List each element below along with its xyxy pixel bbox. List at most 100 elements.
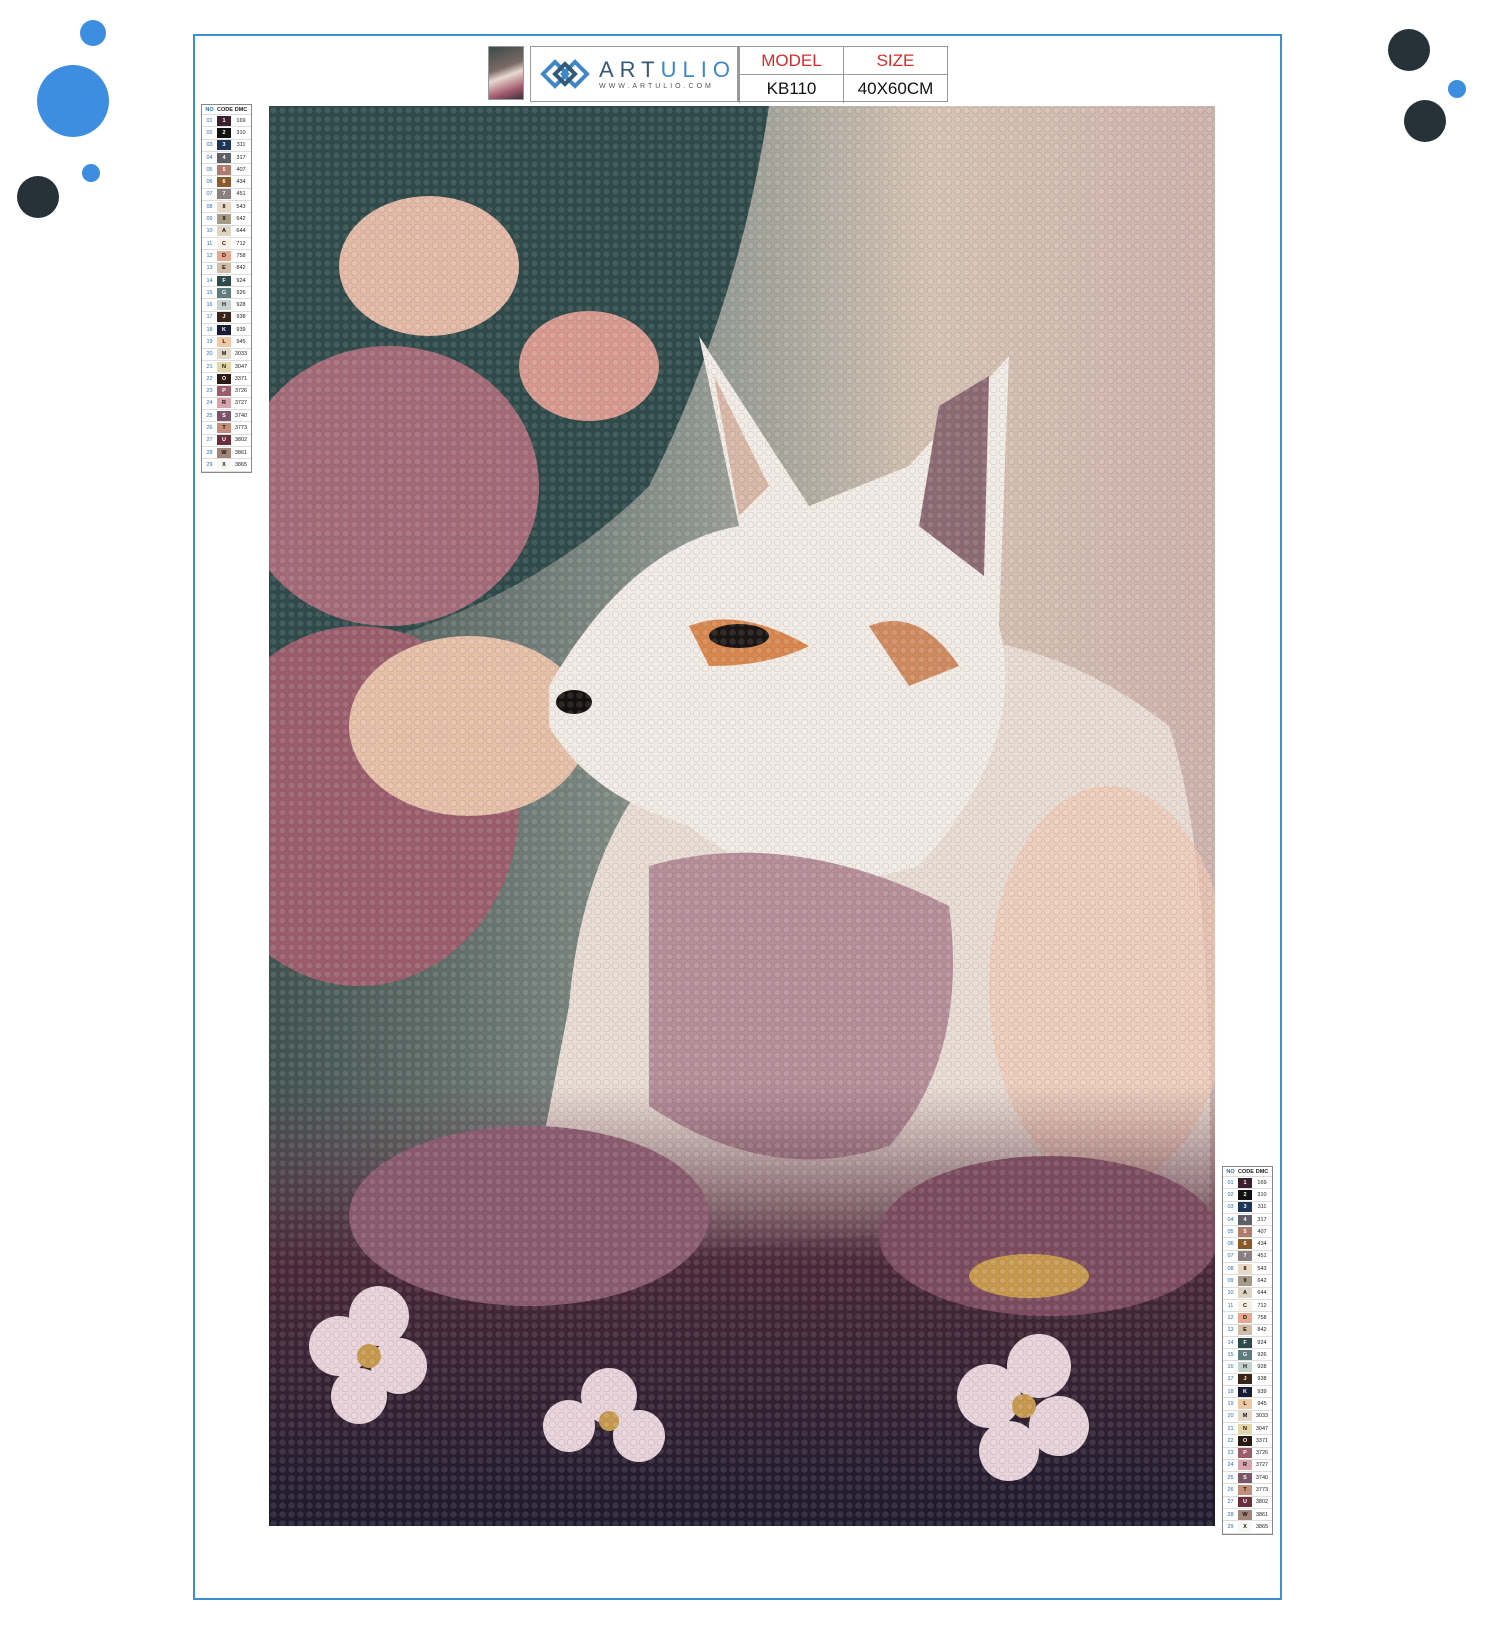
legend-row: 21 N 3047 <box>202 361 251 374</box>
legend-dmc: 3861 <box>234 449 248 456</box>
legend-dmc: 317 <box>1257 1216 1267 1223</box>
legend-row: 26 T 3773 <box>202 422 251 435</box>
legend-number: 08 <box>1227 1265 1234 1272</box>
legend-number: 10 <box>1227 1290 1234 1297</box>
legend-code-swatch: 6 <box>1238 1239 1252 1250</box>
legend-number: 27 <box>1227 1499 1234 1506</box>
legend-code-swatch: F <box>1238 1337 1252 1348</box>
legend-code-swatch: O <box>1238 1435 1252 1446</box>
legend-number: 25 <box>1227 1474 1234 1481</box>
legend-code-swatch: F <box>217 275 231 286</box>
legend-code-swatch: 9 <box>217 214 231 225</box>
legend-code-swatch: L <box>217 336 231 347</box>
legend-number: 15 <box>206 289 213 296</box>
legend-number: 04 <box>1227 1216 1234 1223</box>
legend-dmc: 3047 <box>1255 1425 1269 1432</box>
legend-dmc: 939 <box>236 326 246 333</box>
legend-code-swatch: L <box>1238 1398 1252 1409</box>
legend-number: 13 <box>1227 1327 1234 1334</box>
legend-number: 23 <box>206 388 213 395</box>
legend-row: 04 4 317 <box>202 152 251 165</box>
legend-number: 07 <box>206 191 213 198</box>
legend-dmc: 310 <box>1257 1191 1267 1198</box>
legend-code-swatch: X <box>217 459 231 470</box>
legend-code-swatch: W <box>217 447 231 458</box>
legend-row: 06 6 434 <box>202 176 251 189</box>
size-value: 40X60CM <box>843 75 947 103</box>
legend-number: 18 <box>206 326 213 333</box>
legend-code-swatch: 9 <box>1238 1276 1252 1287</box>
legend-number: 07 <box>1227 1253 1234 1260</box>
legend-dmc: 924 <box>236 277 246 284</box>
legend-row: 23 P 3726 <box>202 386 251 398</box>
legend-code-swatch: S <box>217 410 231 421</box>
legend-row: 17 J 938 <box>202 312 251 325</box>
legend-code-swatch: C <box>217 238 231 249</box>
legend-dmc: 434 <box>1257 1241 1267 1248</box>
legend-row: 20 M 3033 <box>1223 1411 1272 1423</box>
legend-dmc: 712 <box>1257 1302 1267 1309</box>
legend-number: 04 <box>206 154 213 161</box>
color-legend-right: NO CODE DMC 01 1 169 02 2 310 03 3 311 04 4 317 05 5 407 0… <box>1222 1166 1273 1535</box>
decor-dot <box>37 65 109 137</box>
legend-dmc: 926 <box>1257 1351 1267 1358</box>
legend-code-swatch: 2 <box>1238 1189 1252 1200</box>
legend-dmc: 3727 <box>234 400 248 407</box>
legend-code-swatch: J <box>217 312 231 323</box>
legend-code-swatch: M <box>217 349 231 360</box>
legend-row: 08 8 543 <box>202 201 251 214</box>
legend-row: 27 U 3802 <box>1223 1497 1272 1510</box>
legend-row: 02 2 310 <box>1223 1189 1272 1202</box>
legend-dmc: 3740 <box>234 412 248 419</box>
brand-logo: ARTULIO WWW.ARTULIO.COM <box>530 46 738 102</box>
legend-dmc: 712 <box>236 240 246 247</box>
legend-number: 21 <box>1227 1425 1234 1432</box>
legend-row: 25 S 3740 <box>1223 1472 1272 1485</box>
legend-code-swatch: K <box>217 324 231 335</box>
legend-code-swatch: 5 <box>1238 1226 1252 1237</box>
legend-row: 25 S 3740 <box>202 410 251 423</box>
legend-header: NO CODE DMC <box>1223 1167 1272 1177</box>
legend-number: 03 <box>1227 1204 1234 1211</box>
legend-code-swatch: M <box>1238 1411 1252 1422</box>
legend-dmc: 3802 <box>234 437 248 444</box>
legend-row: 15 G 926 <box>202 287 251 300</box>
legend-dmc: 938 <box>1257 1376 1267 1383</box>
legend-dmc: 644 <box>236 228 246 235</box>
legend-row: 14 F 924 <box>1223 1337 1272 1350</box>
legend-row: 13 E 842 <box>202 263 251 275</box>
legend-number: 18 <box>1227 1388 1234 1395</box>
legend-code-swatch: D <box>217 250 231 261</box>
legend-code-swatch: H <box>217 300 231 311</box>
legend-row: 09 9 642 <box>1223 1275 1272 1288</box>
preview-thumbnail <box>488 46 524 100</box>
legend-dmc: 642 <box>236 216 246 223</box>
legend-code-swatch: 8 <box>217 201 231 212</box>
spec-table: MODEL SIZE KB110 40X60CM <box>738 46 948 103</box>
legend-code-swatch: J <box>1238 1374 1252 1385</box>
legend-number: 10 <box>206 228 213 235</box>
legend-dmc: 3371 <box>234 375 248 382</box>
legend-dmc: 407 <box>236 166 246 173</box>
legend-number: 08 <box>206 203 213 210</box>
legend-code-swatch: T <box>217 423 231 434</box>
legend-number: 16 <box>1227 1364 1234 1371</box>
legend-row: 19 L 945 <box>1223 1398 1272 1411</box>
legend-row: 28 W 3861 <box>1223 1509 1272 1522</box>
legend-dmc: 939 <box>1257 1388 1267 1395</box>
legend-row: 26 T 3773 <box>1223 1484 1272 1497</box>
legend-code-swatch: O <box>217 373 231 384</box>
legend-code-swatch: X <box>1238 1521 1252 1532</box>
legend-code-swatch: T <box>1238 1485 1252 1496</box>
legend-code-swatch: 8 <box>1238 1263 1252 1274</box>
legend-row: 18 K 939 <box>1223 1386 1272 1399</box>
legend-number: 23 <box>1227 1450 1234 1457</box>
legend-row: 01 1 169 <box>202 115 251 128</box>
legend-dmc: 3033 <box>1255 1413 1269 1420</box>
legend-dmc: 311 <box>1257 1204 1267 1211</box>
legend-dmc: 642 <box>1257 1278 1267 1285</box>
legend-code-swatch: 1 <box>1238 1177 1252 1188</box>
legend-dmc: 317 <box>236 154 246 161</box>
legend-dmc: 3726 <box>234 388 248 395</box>
legend-dmc: 644 <box>1257 1290 1267 1297</box>
